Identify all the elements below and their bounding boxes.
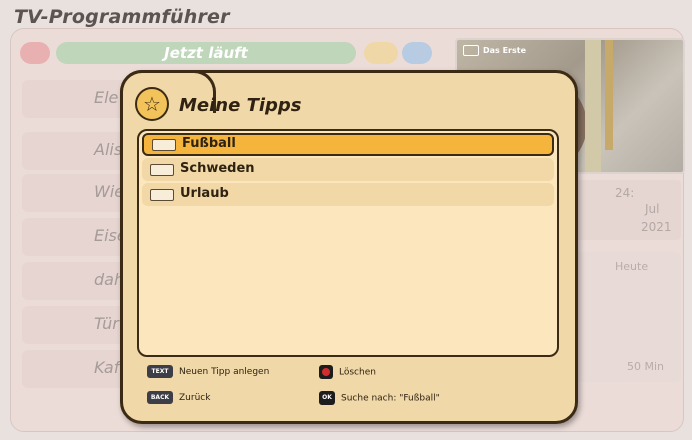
dialog-title: Meine Tipps [179, 95, 302, 116]
my-tips-dialog: ☆ Meine Tipps Fußball Schweden Urlaub TE… [120, 70, 578, 424]
ok-key-icon: OK [319, 391, 335, 405]
tip-label: Urlaub [180, 186, 229, 201]
blue-color-button[interactable] [402, 42, 432, 64]
tip-label: Schweden [180, 161, 255, 176]
channel-icon [463, 45, 479, 56]
text-icon [152, 139, 176, 151]
yellow-color-button[interactable] [364, 42, 398, 64]
text-icon [150, 164, 174, 176]
tips-list: Fußball Schweden Urlaub [137, 129, 559, 357]
tip-label: Fußball [182, 136, 236, 151]
legend-delete[interactable]: Löschen [319, 365, 376, 379]
tip-item-fussball[interactable]: Fußball [142, 133, 554, 156]
back-key-icon: BACK [147, 391, 173, 404]
legend-back[interactable]: BACK Zurück [147, 391, 210, 404]
app-title: TV-Programmführer [14, 6, 230, 28]
channel-label: Das Erste [463, 45, 526, 56]
star-icon: ☆ [135, 87, 169, 121]
red-color-button[interactable] [20, 42, 50, 64]
tip-item-urlaub[interactable]: Urlaub [142, 183, 554, 206]
red-key-icon [319, 365, 333, 379]
text-key-icon: TEXT [147, 365, 173, 378]
now-playing-tab[interactable]: Jetzt läuft [56, 42, 356, 64]
text-icon [150, 189, 174, 201]
tip-item-schweden[interactable]: Schweden [142, 158, 554, 181]
legend-new-tip[interactable]: TEXT Neuen Tipp anlegen [147, 365, 269, 378]
legend-search[interactable]: OK Suche nach: "Fußball" [319, 391, 440, 405]
